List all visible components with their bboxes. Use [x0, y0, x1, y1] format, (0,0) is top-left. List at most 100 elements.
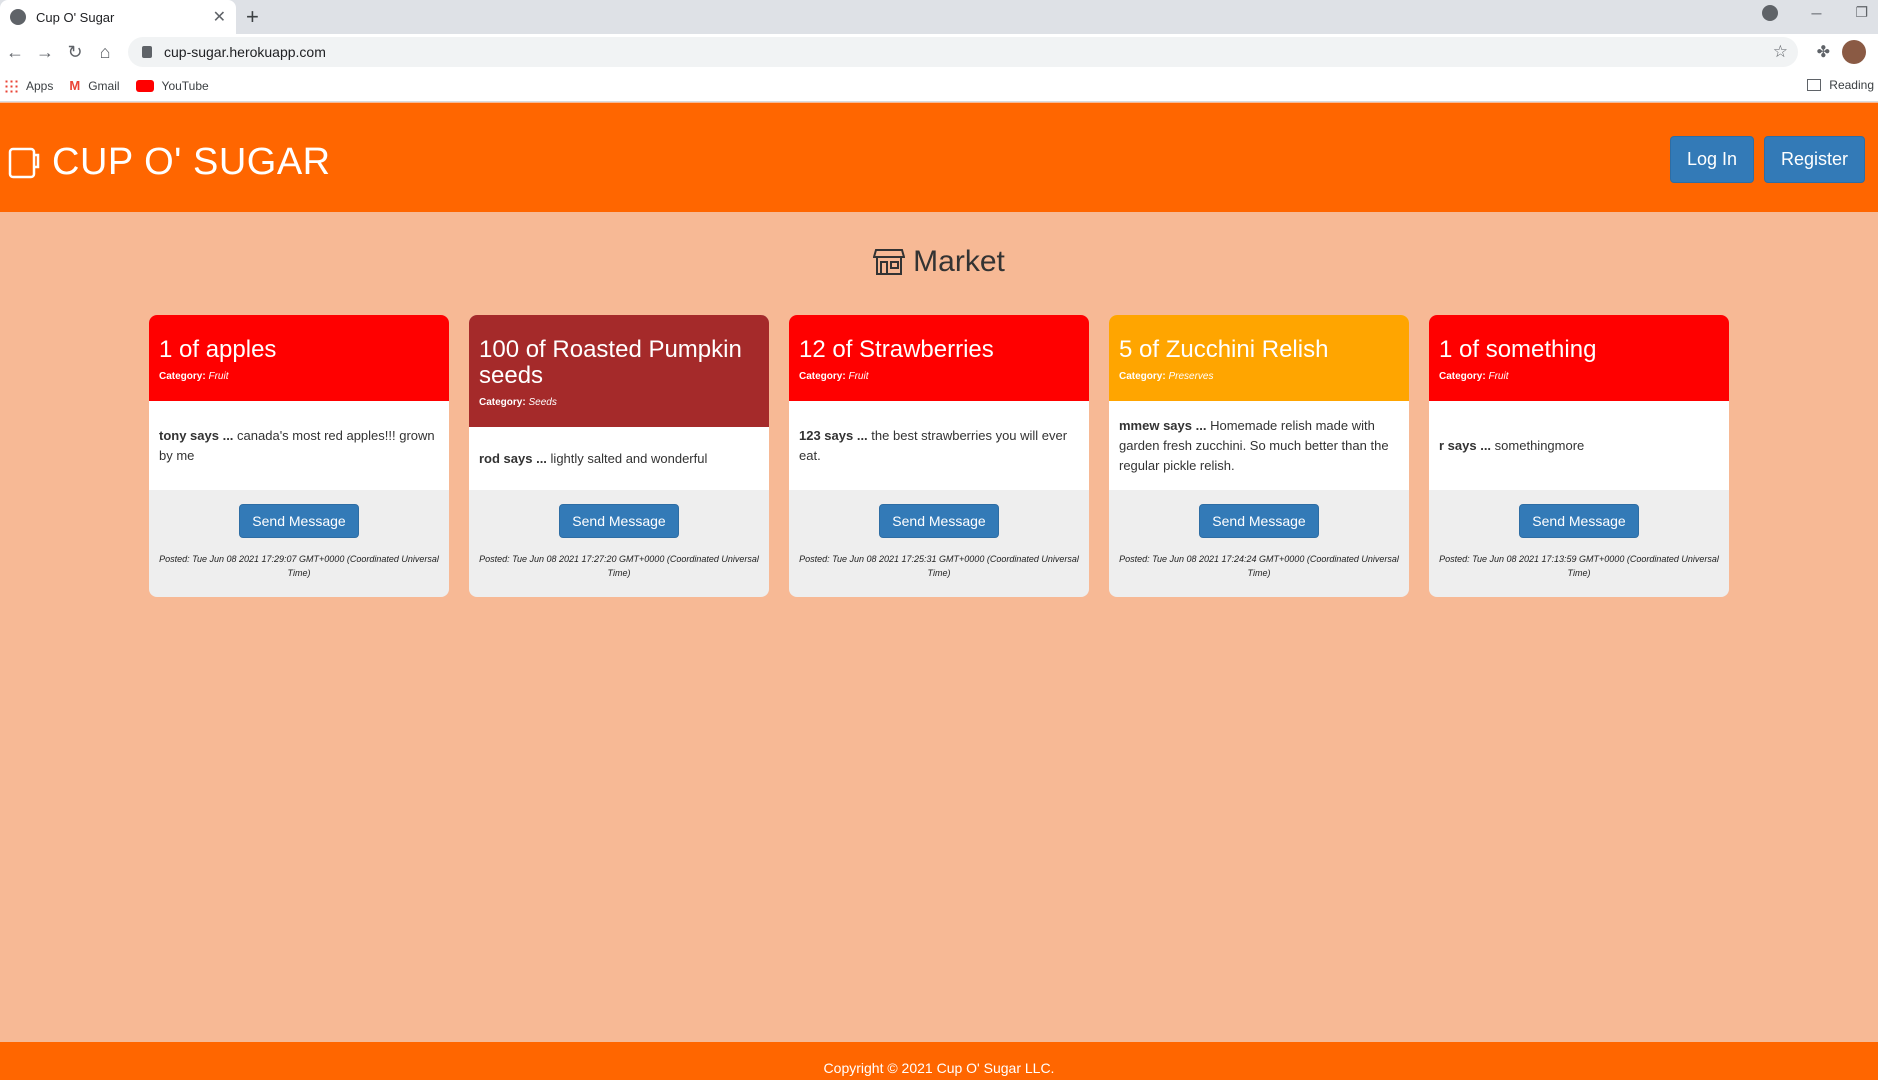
listing-card: 100 of Roasted Pumpkin seeds Category: S… — [469, 315, 769, 597]
apps-grid-icon — [4, 78, 18, 93]
category-value: Seeds — [528, 397, 557, 408]
card-title: 100 of Roasted Pumpkin seeds — [479, 336, 742, 389]
restore-icon[interactable]: ❐ — [1855, 4, 1868, 21]
card-category: Category: Fruit — [159, 371, 439, 382]
store-icon — [873, 249, 906, 275]
youtube-icon — [135, 79, 154, 92]
card-footer: Send Message Posted: Tue Jun 08 2021 17:… — [149, 490, 449, 580]
card-header: 1 of apples Category: Fruit — [149, 315, 449, 401]
reading-list-icon — [1807, 79, 1822, 91]
card-header: 5 of Zucchini Relish Category: Preserves — [1109, 315, 1409, 401]
card-user: r says ... — [1439, 437, 1492, 453]
category-value: Preserves — [1168, 371, 1214, 382]
category-value: Fruit — [208, 371, 229, 382]
posted-timestamp: Posted: Tue Jun 08 2021 17:24:24 GMT+000… — [1119, 554, 1399, 578]
bookmark-label: Apps — [26, 78, 54, 93]
card-message-text: lightly salted and wonderful — [550, 450, 708, 466]
bookmark-apps[interactable]: Apps — [4, 78, 54, 93]
category-value: Fruit — [1488, 371, 1509, 382]
send-message-button[interactable]: Send Message — [239, 504, 359, 538]
card-user: rod says ... — [479, 450, 547, 466]
card-user: mmew says ... — [1119, 417, 1207, 433]
reading-list-label: Reading — [1829, 78, 1874, 92]
category-label: Category: — [1119, 371, 1166, 382]
cup-icon — [8, 147, 40, 178]
reload-icon[interactable]: ↻ — [60, 42, 90, 63]
brand-title: CUP O' SUGAR — [52, 141, 331, 183]
lock-icon[interactable] — [142, 46, 152, 58]
gmail-icon: M — [69, 78, 81, 93]
card-body: r says ... somethingmore — [1429, 401, 1729, 490]
url-text: cup-sugar.herokuapp.com — [164, 44, 326, 60]
card-title: 1 of apples — [159, 336, 277, 363]
card-header: 1 of something Category: Fruit — [1429, 315, 1729, 401]
card-title: 12 of Strawberries — [799, 336, 994, 363]
back-icon[interactable]: ← — [0, 42, 30, 63]
login-button[interactable]: Log In — [1670, 136, 1754, 183]
card-title: 1 of something — [1439, 336, 1597, 363]
card-footer: Send Message Posted: Tue Jun 08 2021 17:… — [469, 490, 769, 580]
card-category: Category: Seeds — [479, 397, 759, 408]
bookmark-label: Gmail — [88, 78, 120, 93]
listing-card: 12 of Strawberries Category: Fruit 123 s… — [789, 315, 1089, 597]
card-message: mmew says ... Homemade relish made with … — [1119, 416, 1399, 476]
category-label: Category: — [799, 371, 846, 382]
copyright-text: Copyright © 2021 Cup O' Sugar LLC. — [823, 1060, 1055, 1076]
market-heading: Market — [0, 245, 1878, 279]
posted-timestamp: Posted: Tue Jun 08 2021 17:13:59 GMT+000… — [1439, 554, 1719, 578]
page-title: Market — [913, 245, 1005, 278]
home-icon[interactable]: ⌂ — [90, 42, 120, 63]
card-body: rod says ... lightly salted and wonderfu… — [469, 427, 769, 490]
browser-tab[interactable]: Cup O' Sugar ✕ — [0, 0, 236, 34]
listing-card: 1 of apples Category: Fruit tony says ..… — [149, 315, 449, 597]
card-footer: Send Message Posted: Tue Jun 08 2021 17:… — [1109, 490, 1409, 580]
card-footer: Send Message Posted: Tue Jun 08 2021 17:… — [1429, 490, 1729, 580]
minimize-icon[interactable]: ─ — [1812, 5, 1822, 21]
send-message-button[interactable]: Send Message — [879, 504, 999, 538]
bookmark-star-icon[interactable]: ☆ — [1773, 42, 1788, 62]
posted-timestamp: Posted: Tue Jun 08 2021 17:29:07 GMT+000… — [159, 554, 439, 578]
category-value: Fruit — [848, 371, 869, 382]
card-message-text: somethingmore — [1494, 437, 1585, 453]
listing-card: 5 of Zucchini Relish Category: Preserves… — [1109, 315, 1409, 597]
extensions-icon[interactable]: ✤ — [1817, 42, 1830, 62]
url-field[interactable]: cup-sugar.herokuapp.com ☆ — [128, 37, 1798, 67]
address-bar: ← → ↻ ⌂ cup-sugar.herokuapp.com ☆ ✤ — [0, 34, 1878, 70]
window-controls: ─ ❐ — [1761, 4, 1868, 21]
card-header: 12 of Strawberries Category: Fruit — [789, 315, 1089, 401]
send-message-button[interactable]: Send Message — [1519, 504, 1639, 538]
send-message-button[interactable]: Send Message — [1199, 504, 1319, 538]
bookmark-gmail[interactable]: M Gmail — [69, 78, 119, 93]
card-footer: Send Message Posted: Tue Jun 08 2021 17:… — [789, 490, 1089, 580]
category-label: Category: — [1439, 371, 1486, 382]
card-message: rod says ... lightly salted and wonderfu… — [479, 449, 707, 469]
card-body: tony says ... canada's most red apples!!… — [149, 401, 449, 490]
bookmark-youtube[interactable]: YouTube — [135, 79, 209, 93]
tab-title: Cup O' Sugar — [36, 9, 115, 25]
brand-link[interactable]: CUP O' SUGAR — [8, 141, 331, 184]
bookmarks-bar: Apps M Gmail YouTube Reading — [0, 70, 1878, 102]
register-button[interactable]: Register — [1764, 136, 1865, 183]
send-message-button[interactable]: Send Message — [559, 504, 679, 538]
forward-icon[interactable]: → — [30, 42, 60, 63]
category-label: Category: — [159, 371, 206, 382]
card-message: 123 says ... the best strawberries you w… — [799, 426, 1079, 466]
card-message: tony says ... canada's most red apples!!… — [159, 426, 439, 466]
card-body: 123 says ... the best strawberries you w… — [789, 401, 1089, 490]
profile-avatar[interactable] — [1842, 40, 1866, 64]
card-category: Category: Fruit — [799, 371, 1079, 382]
card-message: r says ... somethingmore — [1439, 436, 1584, 456]
tab-search-icon[interactable] — [1761, 4, 1778, 21]
close-tab-icon[interactable]: ✕ — [213, 7, 226, 27]
card-category: Category: Preserves — [1119, 371, 1399, 382]
reading-list-button[interactable]: Reading — [1807, 78, 1874, 92]
browser-tab-bar: Cup O' Sugar ✕ + ─ ❐ — [0, 0, 1878, 34]
posted-timestamp: Posted: Tue Jun 08 2021 17:25:31 GMT+000… — [799, 554, 1079, 578]
card-body: mmew says ... Homemade relish made with … — [1109, 401, 1409, 490]
card-category: Category: Fruit — [1439, 371, 1719, 382]
card-header: 100 of Roasted Pumpkin seeds Category: S… — [469, 315, 769, 427]
new-tab-button[interactable]: + — [246, 4, 259, 30]
card-user: 123 says ... — [799, 427, 868, 443]
site-footer: Copyright © 2021 Cup O' Sugar LLC. — [0, 1042, 1878, 1080]
globe-icon — [10, 9, 26, 25]
